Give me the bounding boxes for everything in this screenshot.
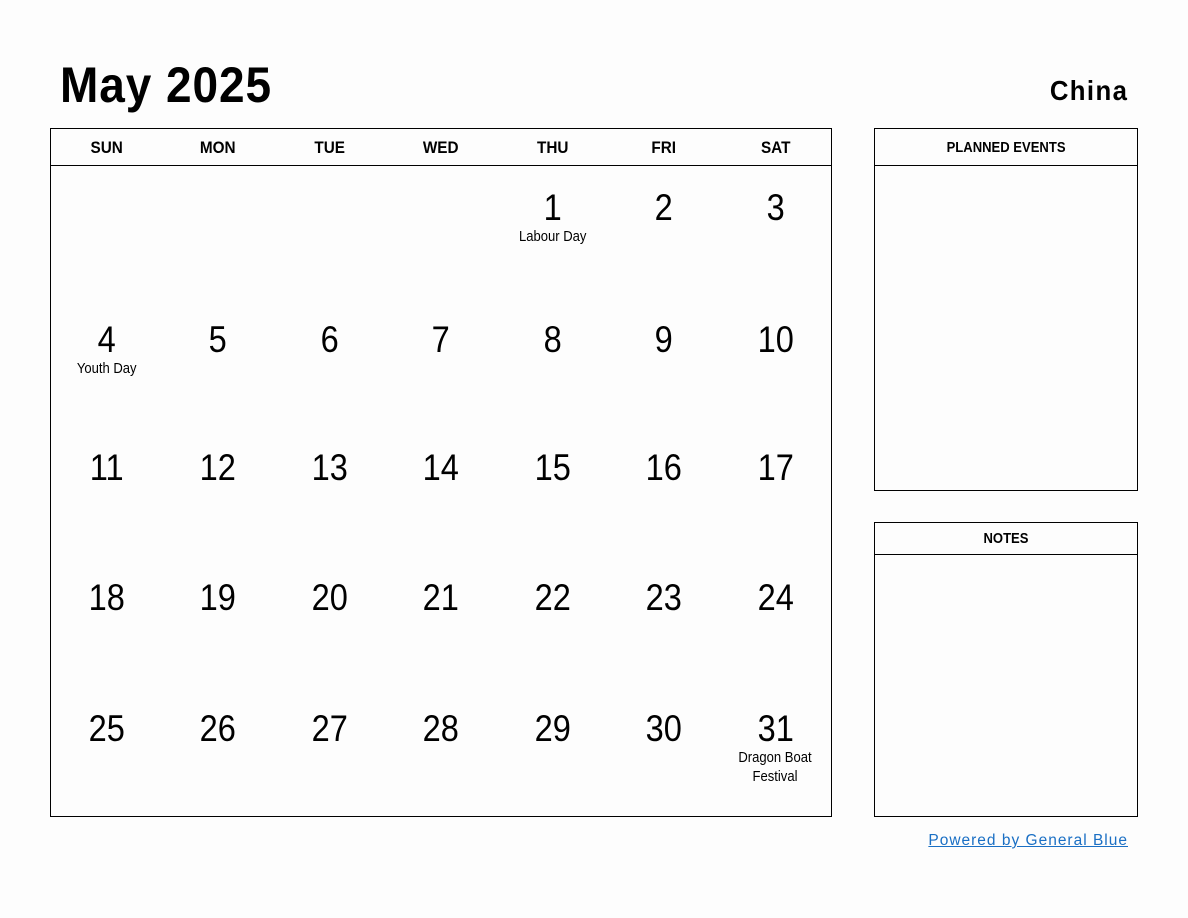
day-cell[interactable]: 16: [608, 448, 719, 488]
day-cell[interactable]: 3: [720, 188, 831, 228]
day-cell[interactable]: 5: [162, 320, 273, 360]
day-number: 25: [88, 708, 125, 749]
day-number: 17: [757, 447, 794, 488]
day-cell[interactable]: 6: [274, 320, 385, 360]
day-number: 22: [534, 577, 571, 618]
day-number: 12: [200, 447, 237, 488]
day-cell[interactable]: 27: [274, 709, 385, 749]
day-cell[interactable]: 11: [51, 448, 162, 488]
day-cell[interactable]: 24: [720, 578, 831, 618]
holiday-label: Youth Day: [76, 361, 137, 377]
day-cell[interactable]: 1 Labour Day: [497, 188, 608, 247]
weekday-sun: SUN: [90, 138, 123, 157]
day-number: 13: [311, 447, 348, 488]
day-number: 9: [654, 319, 673, 360]
day-cell[interactable]: 20: [274, 578, 385, 618]
day-cell[interactable]: 21: [385, 578, 496, 618]
day-number: 6: [320, 319, 339, 360]
day-cell[interactable]: 19: [162, 578, 273, 618]
notes-title: NOTES: [983, 531, 1029, 547]
calendar-days: 1 Labour Day 2 3 4 Youth Day 5 6 7 8 9 10 11 12 13 14 15…: [51, 166, 831, 816]
planned-events-panel: PLANNED EVENTS: [874, 128, 1138, 491]
notes-panel: NOTES: [874, 522, 1138, 817]
day-cell[interactable]: 31 Dragon Boat Festival: [720, 709, 831, 787]
day-number: 1: [543, 187, 562, 228]
planned-events-title: PLANNED EVENTS: [946, 140, 1066, 156]
weekday-header: SUN MON TUE WED THU FRI SAT: [51, 129, 831, 166]
day-number: 26: [200, 708, 237, 749]
country-label: China: [1049, 75, 1128, 106]
weekday-tue: TUE: [314, 138, 345, 157]
day-cell[interactable]: 9: [608, 320, 719, 360]
day-number: 19: [200, 577, 237, 618]
day-cell[interactable]: 8: [497, 320, 608, 360]
powered-by-link[interactable]: Powered by General Blue: [928, 832, 1128, 850]
day-number: 31: [757, 708, 794, 749]
day-number: 30: [645, 708, 682, 749]
day-number: 15: [534, 447, 571, 488]
day-cell[interactable]: 30: [608, 709, 719, 749]
day-cell[interactable]: 17: [720, 448, 831, 488]
day-number: 11: [89, 447, 124, 488]
day-cell[interactable]: 22: [497, 578, 608, 618]
day-cell[interactable]: 12: [162, 448, 273, 488]
day-cell[interactable]: 25: [51, 709, 162, 749]
holiday-label: Dragon Boat Festival: [738, 750, 812, 785]
day-number: 10: [757, 319, 794, 360]
day-number: 5: [209, 319, 228, 360]
day-number: 24: [757, 577, 794, 618]
month-title: May 2025: [60, 57, 272, 113]
day-number: 2: [654, 187, 673, 228]
day-number: 16: [645, 447, 682, 488]
day-number: 8: [543, 319, 562, 360]
day-number: 14: [422, 447, 460, 488]
weekday-wed: WED: [423, 138, 459, 157]
calendar-grid: SUN MON TUE WED THU FRI SAT 1 Labour Day 2…: [50, 128, 832, 817]
day-cell[interactable]: 26: [162, 709, 273, 749]
day-cell[interactable]: 28: [385, 709, 496, 749]
day-number: 21: [422, 577, 460, 618]
day-number: 28: [422, 708, 460, 749]
weekday-thu: THU: [536, 138, 569, 157]
day-number: 18: [88, 577, 125, 618]
day-number: 3: [766, 187, 785, 228]
notes-header: NOTES: [875, 523, 1137, 555]
day-number: 27: [311, 708, 348, 749]
day-cell[interactable]: 29: [497, 709, 608, 749]
day-number: 7: [431, 319, 451, 360]
day-number: 20: [311, 577, 348, 618]
day-cell[interactable]: 14: [385, 448, 496, 488]
day-cell[interactable]: 2: [608, 188, 719, 228]
day-cell[interactable]: 7: [385, 320, 496, 360]
weekday-sat: SAT: [760, 138, 790, 157]
day-number: 29: [534, 708, 571, 749]
day-cell[interactable]: 10: [720, 320, 831, 360]
day-cell[interactable]: 23: [608, 578, 719, 618]
weekday-fri: FRI: [651, 138, 677, 157]
day-cell[interactable]: 15: [497, 448, 608, 488]
planned-events-header: PLANNED EVENTS: [875, 129, 1137, 166]
day-cell[interactable]: 13: [274, 448, 385, 488]
weekday-mon: MON: [200, 138, 236, 157]
day-number: 4: [97, 319, 116, 360]
day-number: 23: [645, 577, 682, 618]
day-cell[interactable]: 4 Youth Day: [51, 320, 162, 379]
holiday-label: Labour Day: [518, 229, 587, 245]
day-cell[interactable]: 18: [51, 578, 162, 618]
